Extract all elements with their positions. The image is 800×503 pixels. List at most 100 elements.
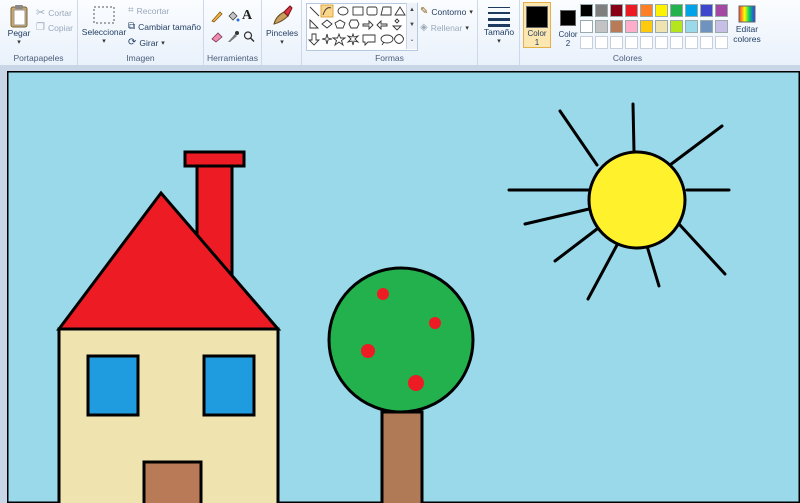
outline-button[interactable]: ✎ Contorno ▾ — [420, 6, 473, 17]
palette-color-swatch[interactable] — [670, 4, 683, 17]
palette-color-swatch[interactable] — [625, 4, 638, 17]
color2-label-line2: 2 — [565, 39, 571, 48]
outline-brush-icon: ✎ — [420, 6, 429, 17]
color-picker-icon[interactable] — [226, 30, 240, 43]
fruit — [429, 317, 441, 329]
rotate-button[interactable]: ⟳ Girar ▾ — [128, 37, 165, 48]
palette-color-swatch[interactable] — [610, 20, 623, 33]
palette-color-swatch[interactable] — [700, 4, 713, 17]
palette-color-swatch[interactable] — [640, 20, 653, 33]
palette-empty-swatch[interactable] — [670, 36, 683, 49]
fruit — [361, 344, 375, 358]
crop-button[interactable]: ⌗ Recortar — [128, 5, 169, 16]
brushes-button[interactable]: Pinceles ▾ — [266, 4, 298, 46]
shapes-gallery — [306, 3, 418, 51]
ribbon: Pegar ▾ ✂ Cortar ❐ Copiar Portapapeles S… — [0, 0, 800, 66]
palette-color-swatch[interactable] — [610, 4, 623, 17]
resize-label: Cambiar tamaño — [138, 21, 201, 32]
color-wheel-icon — [738, 5, 756, 23]
palette-empty-swatch[interactable] — [625, 36, 638, 49]
canvas-area — [0, 65, 800, 503]
brushes-dropdown-icon[interactable]: ▾ — [280, 38, 284, 46]
house-door — [142, 460, 203, 503]
palette-empty-swatch[interactable] — [715, 36, 728, 49]
fill-button[interactable]: ◈ Rellenar ▾ — [420, 22, 469, 33]
shapes-scrollbar[interactable]: ▲ ▼ ⌄ — [406, 3, 417, 49]
palette-empty-swatch[interactable] — [595, 36, 608, 49]
outline-dropdown-icon[interactable]: ▾ — [469, 8, 473, 16]
palette-color-swatch[interactable] — [670, 20, 683, 33]
palette-color-swatch[interactable] — [640, 4, 653, 17]
tree-crown — [327, 266, 475, 414]
sun — [587, 150, 687, 250]
color1-button[interactable]: Color 1 — [523, 2, 551, 48]
copy-icon: ❐ — [36, 22, 45, 33]
color2-button[interactable]: Color 2 — [554, 2, 582, 48]
image-group: Seleccionar ▾ ⌗ Recortar ⧉ Cambiar tamañ… — [78, 0, 204, 65]
size-dropdown-icon[interactable]: ▾ — [497, 37, 501, 45]
brushes-label: Pinceles — [265, 28, 299, 38]
fruit — [408, 375, 424, 391]
cut-button[interactable]: ✂ Cortar — [36, 6, 72, 19]
brushes-group: Pinceles ▾ — [262, 0, 302, 65]
palette-empty-swatch[interactable] — [610, 36, 623, 49]
palette-color-swatch[interactable] — [595, 20, 608, 33]
paste-button[interactable]: Pegar ▾ — [4, 4, 34, 46]
fruit — [377, 288, 389, 300]
palette-color-swatch[interactable] — [685, 4, 698, 17]
edit-colors-label-line1: Editar — [735, 24, 759, 34]
text-icon[interactable]: A — [242, 8, 256, 23]
select-rectangle-icon — [93, 6, 115, 24]
palette-color-swatch[interactable] — [700, 20, 713, 33]
palette-empty-swatch[interactable] — [640, 36, 653, 49]
palette-empty-swatch[interactable] — [655, 36, 668, 49]
color-palette — [580, 4, 745, 50]
palette-color-swatch[interactable] — [655, 4, 668, 17]
crop-icon: ⌗ — [128, 5, 134, 16]
clipboard-icon — [10, 5, 28, 28]
palette-color-swatch[interactable] — [685, 20, 698, 33]
shapes-gallery-icons[interactable] — [307, 4, 417, 50]
palette-empty-swatch[interactable] — [580, 36, 593, 49]
fill-bucket-icon[interactable] — [226, 10, 240, 23]
chimney-cap — [183, 150, 246, 168]
select-dropdown-icon[interactable]: ▾ — [102, 37, 106, 45]
palette-color-swatch[interactable] — [715, 4, 728, 17]
resize-button[interactable]: ⧉ Cambiar tamaño — [128, 21, 201, 32]
size-button[interactable]: Tamaño ▾ — [483, 5, 515, 45]
eraser-icon[interactable] — [210, 30, 224, 43]
house-window-left — [86, 354, 140, 417]
size-label: Tamaño — [483, 27, 515, 37]
palette-color-swatch[interactable] — [715, 20, 728, 33]
copy-button[interactable]: ❐ Copiar — [36, 22, 73, 33]
brush-icon — [273, 5, 293, 25]
palette-empty-swatch[interactable] — [685, 36, 698, 49]
colors-group: Color 1 Color 2 Editar colores Colores — [520, 0, 765, 65]
copy-label: Copiar — [47, 22, 74, 33]
palette-empty-swatch[interactable] — [700, 36, 713, 49]
pencil-icon[interactable] — [210, 10, 224, 23]
palette-color-swatch[interactable] — [595, 4, 608, 17]
drawing-canvas[interactable] — [7, 71, 800, 503]
palette-color-swatch[interactable] — [625, 20, 638, 33]
rotate-dropdown-icon[interactable]: ▾ — [161, 39, 165, 47]
shapes-group: ▲ ▼ ⌄ ✎ Contorno ▾ ◈ Rellenar ▾ Formas — [302, 0, 478, 65]
fill-bucket-small-icon: ◈ — [420, 22, 428, 33]
edit-colors-button[interactable]: Editar colores — [731, 4, 763, 44]
tools-group: A Herramientas — [204, 0, 262, 65]
fill-dropdown-icon[interactable]: ▾ — [465, 24, 469, 32]
clipboard-group: Pegar ▾ ✂ Cortar ❐ Copiar Portapapeles — [0, 0, 78, 65]
size-group: Tamaño ▾ — [478, 0, 520, 65]
select-button[interactable]: Seleccionar ▾ — [82, 6, 126, 45]
rotate-label: Girar — [139, 37, 159, 48]
paste-dropdown-icon[interactable]: ▾ — [17, 38, 21, 46]
color1-label-line2: 1 — [534, 38, 540, 47]
crop-label: Recortar — [136, 5, 170, 16]
color2-swatch — [560, 10, 576, 26]
palette-color-swatch[interactable] — [655, 20, 668, 33]
palette-color-swatch[interactable] — [580, 4, 593, 17]
magnifier-icon[interactable] — [242, 30, 256, 43]
paste-label: Pegar — [7, 28, 31, 38]
house-window-right — [202, 354, 256, 417]
palette-color-swatch[interactable] — [580, 20, 593, 33]
